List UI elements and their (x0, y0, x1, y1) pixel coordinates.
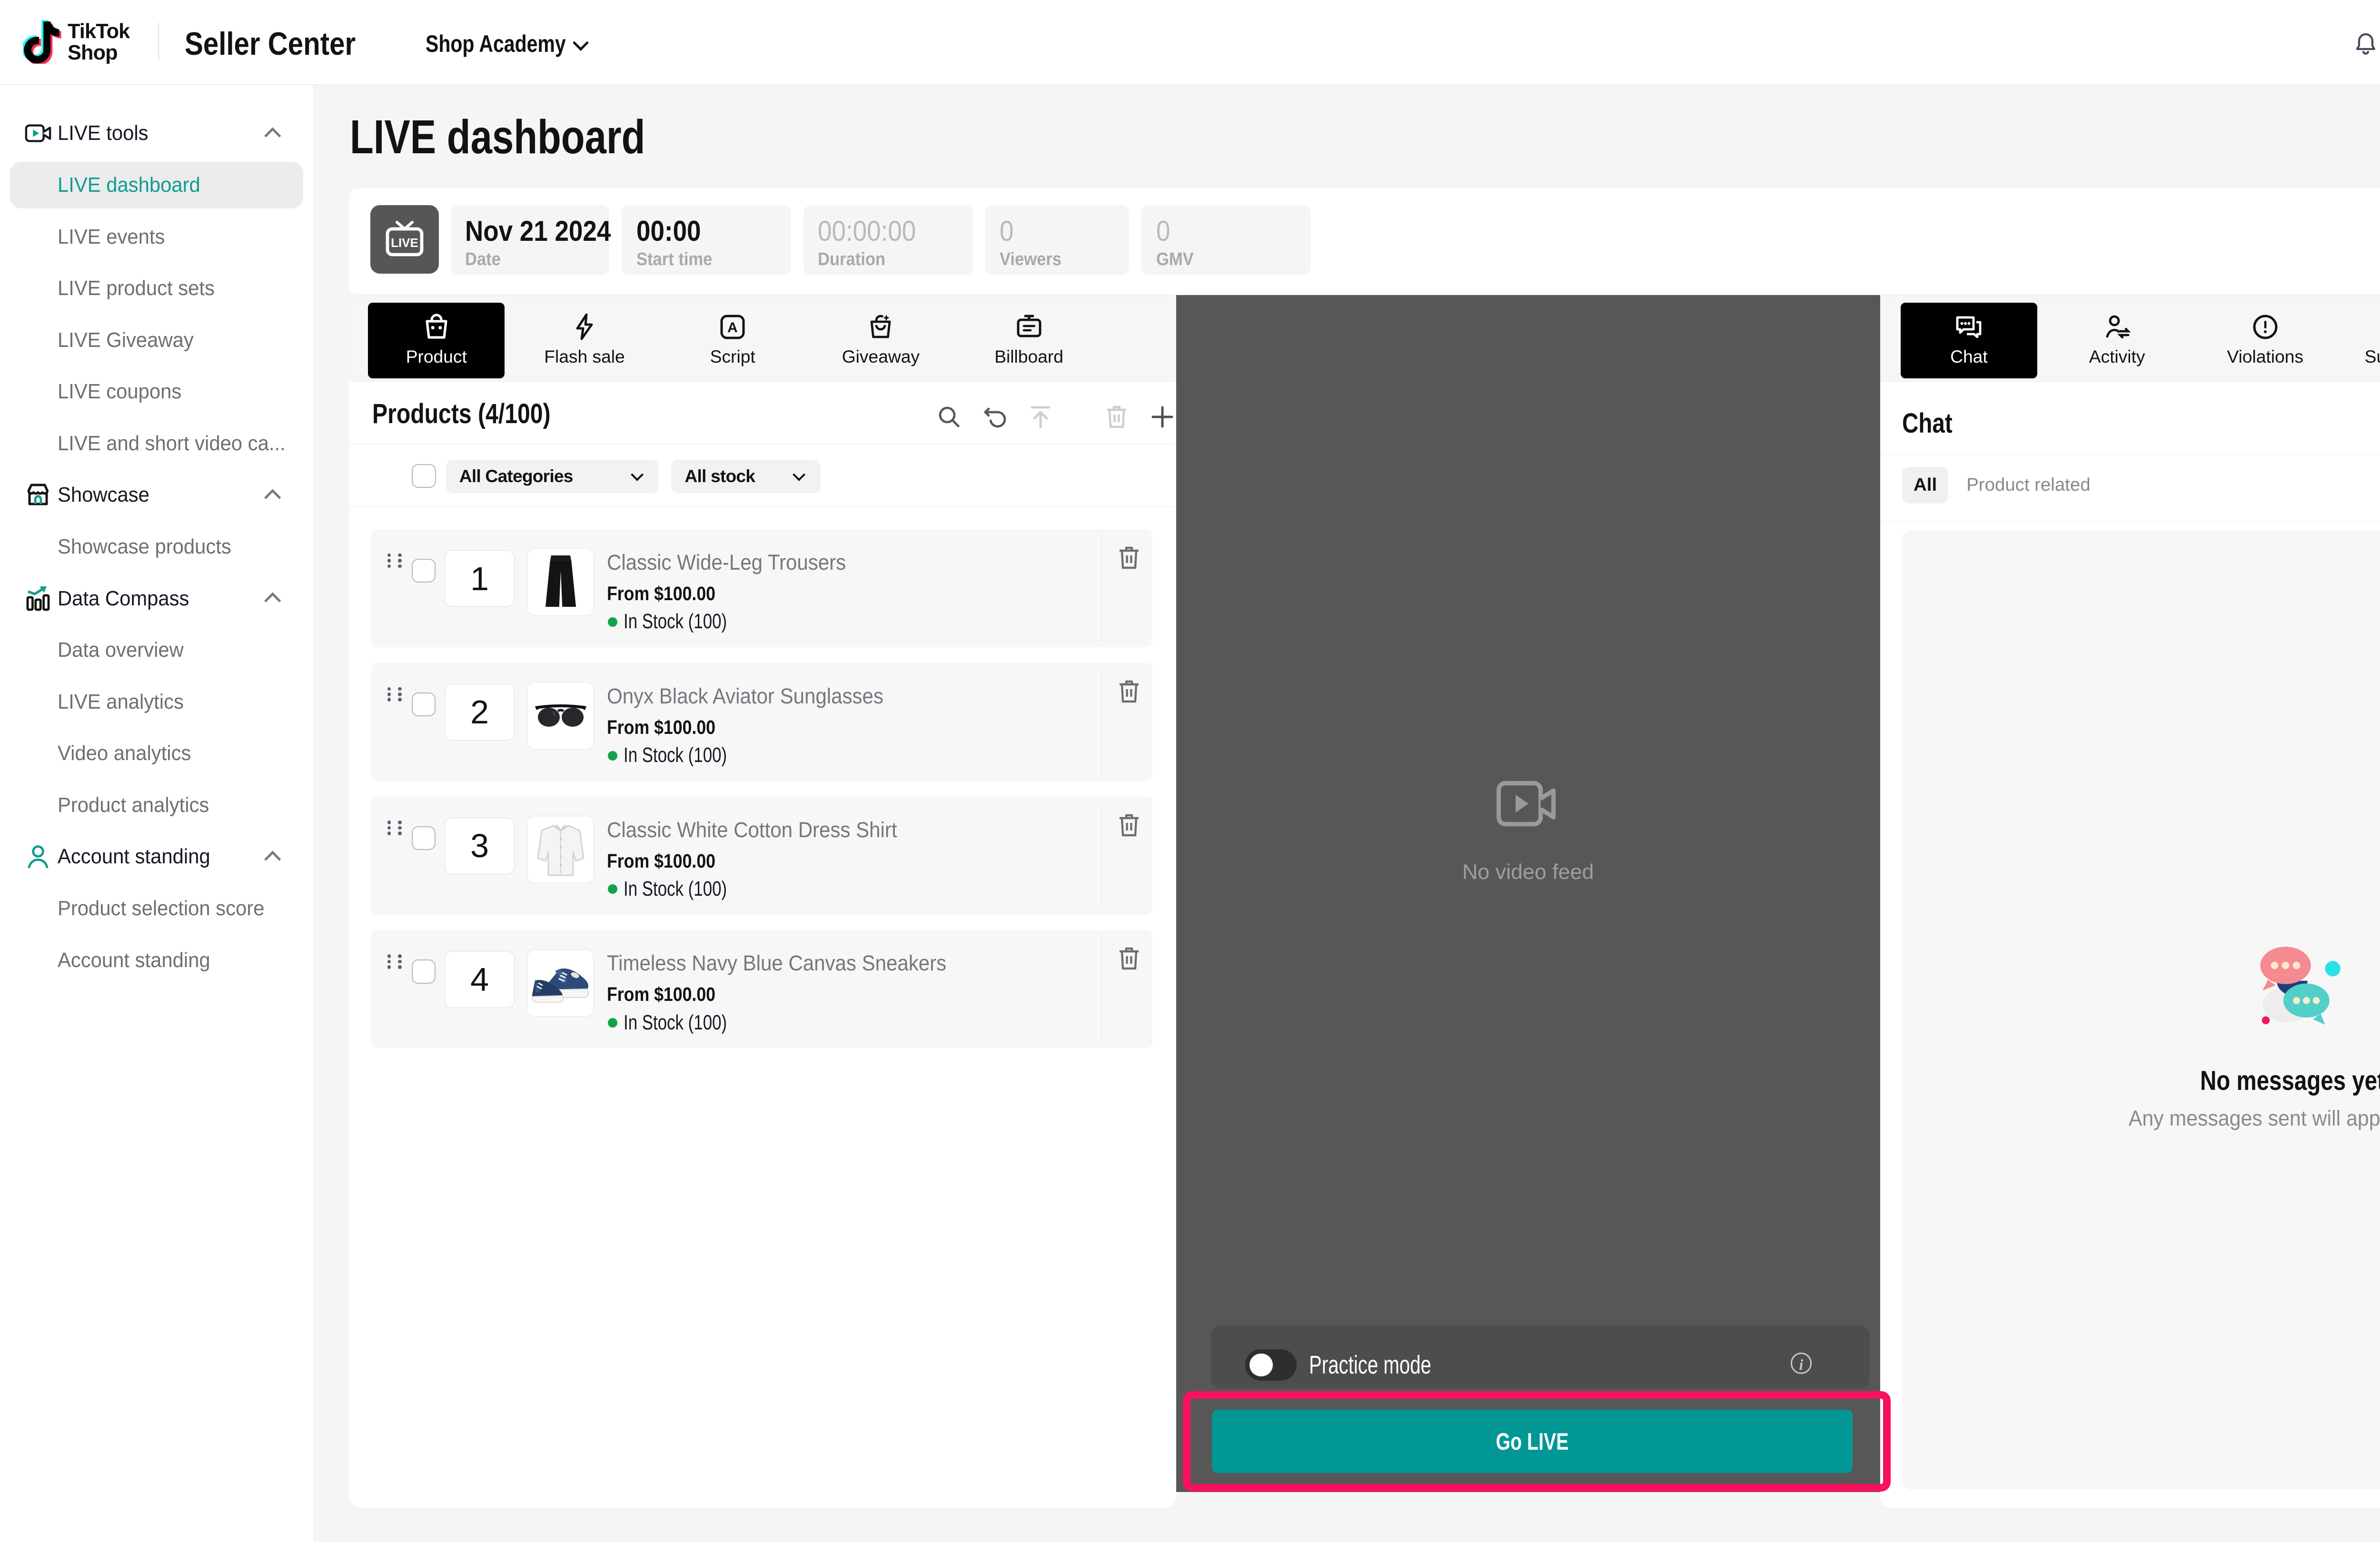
svg-text:A: A (727, 320, 738, 336)
svg-text:LIVE: LIVE (391, 236, 418, 250)
